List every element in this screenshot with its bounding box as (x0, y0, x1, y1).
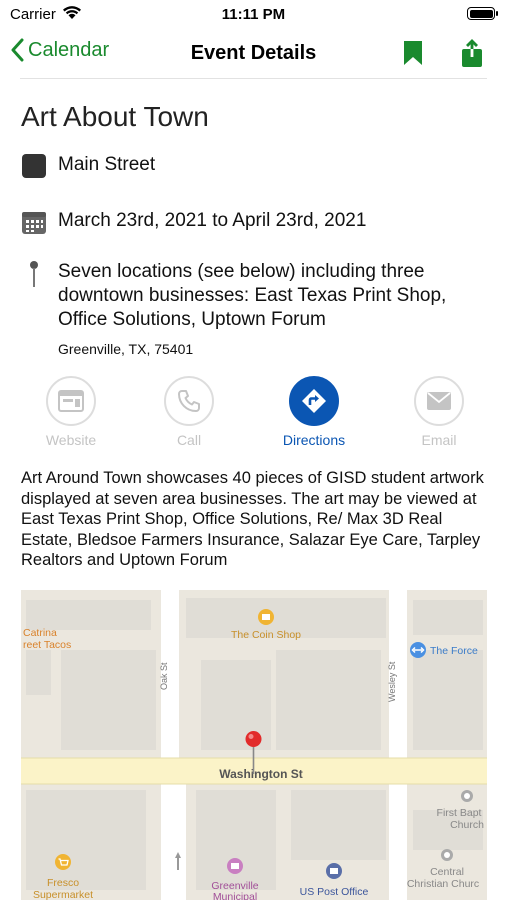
directions-icon (302, 389, 326, 413)
poi-catrina-label-2: reet Tacos (23, 639, 71, 651)
poi-catrina-label-1: Catrina (23, 627, 57, 639)
website-label: Website (45, 432, 97, 448)
post-office-icon (326, 863, 342, 879)
nav-divider (20, 78, 487, 79)
envelope-icon (427, 392, 451, 410)
poi-the-force-label: The Force (430, 645, 478, 657)
calendar-icon (21, 209, 47, 235)
bookmark-button[interactable] (403, 40, 423, 71)
church-icon (461, 790, 473, 802)
date-row: March 23rd, 2021 to April 23rd, 2021 (21, 209, 366, 235)
event-address: Greenville, TX, 75401 (58, 341, 194, 357)
location-row: Seven locations (see below) including th… (21, 260, 478, 332)
call-button[interactable]: Call (139, 376, 239, 448)
directions-button[interactable]: Directions (264, 376, 364, 448)
email-label: Email (421, 432, 457, 448)
navigation-bar: Calendar Event Details (0, 30, 507, 76)
clock: 11:11 PM (221, 6, 286, 23)
street-label-washington: Washington St (219, 767, 303, 781)
poi-greenville-label-2: Municipal (213, 891, 257, 900)
battery-icon (467, 7, 498, 20)
category-row: Main Street (21, 153, 155, 179)
poi-central-label-1: Central (430, 866, 464, 878)
poi-first-bapt-label-1: First Bapt (437, 807, 482, 819)
poi-post-office-label: US Post Office (300, 886, 369, 898)
poi-central-label-2: Christian Churc (407, 878, 479, 890)
page-title: Event Details (190, 42, 317, 64)
category-label: Main Street (58, 154, 156, 175)
browser-icon (58, 390, 84, 412)
the-force-icon (410, 642, 426, 658)
poi-coin-shop-label: The Coin Shop (231, 629, 301, 641)
government-building-icon (227, 858, 243, 874)
event-description: Art Around Town showcases 40 pieces of G… (21, 469, 484, 569)
event-location: Seven locations (see below) including th… (58, 261, 447, 330)
church-icon (441, 849, 453, 861)
poi-fresco-label-1: Fresco (47, 877, 79, 889)
street-label-wesley: Wesley St (387, 661, 397, 702)
poi-fresco-label-2: Supermarket (33, 889, 93, 900)
category-color-icon (21, 153, 47, 179)
pin-icon (21, 260, 47, 287)
share-button[interactable] (460, 38, 484, 73)
bookmark-icon (404, 41, 422, 65)
share-icon (462, 39, 482, 67)
call-label: Call (176, 432, 202, 448)
street-label-oak: Oak St (159, 662, 169, 690)
email-button[interactable]: Email (389, 376, 489, 448)
event-dates: March 23rd, 2021 to April 23rd, 2021 (58, 210, 367, 231)
poi-first-bapt-label-2: Church (450, 819, 484, 831)
directions-label: Directions (282, 432, 346, 448)
location-map[interactable]: Washington St Oak St Wesley St Catrina r… (21, 590, 487, 900)
status-bar: Carrier 11:11 PM (0, 0, 507, 28)
event-title: Art About Town (21, 101, 209, 132)
phone-icon (178, 390, 200, 412)
shopping-cart-icon (55, 854, 71, 870)
coin-shop-icon (258, 609, 274, 625)
website-button[interactable]: Website (21, 376, 121, 448)
